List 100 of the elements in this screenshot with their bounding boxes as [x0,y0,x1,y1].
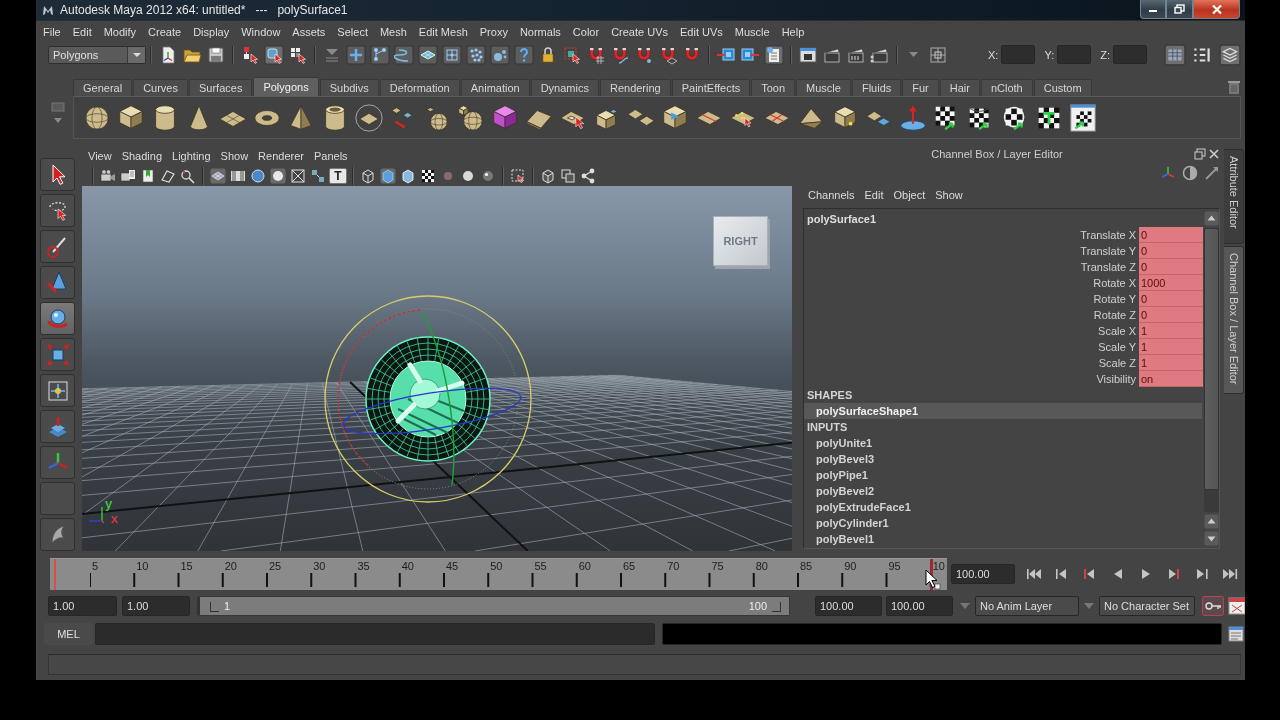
shelf-tab[interactable]: Dynamics [530,79,599,96]
menu-item[interactable]: Select [331,25,374,38]
menu-item[interactable]: Edit Mesh [412,25,474,38]
panel-menu-item[interactable]: View [83,150,117,162]
layers-icon[interactable] [1219,43,1241,66]
magnifier-icon[interactable] [180,168,196,184]
menu-item[interactable]: File [37,25,67,38]
shelf-tab[interactable]: Animation [460,79,530,96]
wire-cube-icon[interactable] [360,168,376,184]
panel-menu-item[interactable]: Lighting [167,150,216,162]
input-node-item[interactable]: polyBevel3 [804,451,1202,467]
plus-icon[interactable] [346,44,366,65]
menu-item[interactable]: Create UVs [605,25,674,38]
channel-label[interactable]: Visibility [804,371,1139,387]
shelf-tab[interactable]: Curves [133,79,188,96]
half-circle-icon[interactable] [1182,165,1198,181]
channel-value-field[interactable]: 1 [1139,339,1203,355]
magnet-plane-icon[interactable] [658,44,678,65]
key-icon[interactable] [1202,596,1224,616]
share-icon[interactable] [580,168,596,184]
particles-icon[interactable] [466,44,486,65]
shelf-tab[interactable]: Subdivs [319,79,379,96]
crossed-box-icon[interactable] [290,168,306,184]
checker-window-icon[interactable] [1068,102,1098,133]
marquee-icon[interactable] [562,44,582,65]
trash-icon[interactable] [1227,78,1241,95]
object-name[interactable]: polySurface1 [804,211,1204,227]
channel-value-field[interactable]: 1000 [1139,275,1203,291]
input-node-item[interactable]: polyCylinder1 [804,515,1202,531]
menu-set-dropdown[interactable]: Polygons [48,45,146,64]
channel-value-field[interactable]: 0 [1139,227,1203,243]
crossed-window-icon[interactable] [1228,597,1245,615]
shaded-sphere-icon[interactable] [250,168,266,184]
camera-icon[interactable] [100,168,116,184]
magnet-grid-icon[interactable] [586,44,606,65]
scroll-down-icon[interactable] [1204,531,1219,546]
range-end-field[interactable]: 100.00 [815,596,882,616]
close-button[interactable] [1193,0,1240,19]
document-window-icon[interactable] [1228,626,1244,642]
select-box-icon[interactable] [510,168,526,184]
range-start-handle[interactable]: 1 [210,600,231,612]
menu-item[interactable]: Window [235,25,287,38]
camera-document-icon[interactable] [120,168,136,184]
minimize-button[interactable] [1140,0,1166,19]
document-list-icon[interactable] [764,44,784,65]
channel-value-field[interactable]: 1 [1139,323,1203,339]
plane-outline-icon[interactable] [160,168,176,184]
range-slider-track[interactable]: 1 100 [197,596,790,616]
faces-icon[interactable] [418,44,438,65]
channel-label[interactable]: Translate Z [804,259,1139,275]
channel-label[interactable]: Scale Y [804,339,1139,355]
shelf-tab[interactable]: General [73,79,133,96]
go-to-start-icon[interactable] [1024,566,1044,582]
channel-label[interactable]: Translate Y [804,243,1139,259]
coordinate-field[interactable] [1001,45,1036,64]
two-squares-icon[interactable] [560,168,576,184]
restore-button[interactable] [1166,0,1193,19]
lattice-icon[interactable] [442,44,462,65]
channel-menu-item[interactable]: Channels [803,189,860,201]
crosshair-box-icon[interactable] [928,44,948,65]
magnet-curve-icon[interactable] [610,44,630,65]
magnet-point-icon[interactable] [634,44,654,65]
channel-value-field[interactable]: 0 [1139,243,1203,259]
panel-menu-item[interactable]: Panels [308,150,353,162]
channel-value-field[interactable]: 0 [1139,259,1203,275]
table-icon[interactable] [1164,43,1186,66]
channel-value-field[interactable]: 1 [1139,355,1203,371]
command-input-field[interactable] [95,623,655,645]
shape-node-item[interactable]: polySurfaceShape1 [804,403,1202,419]
float-window-icon[interactable] [1194,148,1206,160]
wireframe-shaded-icon[interactable] [210,168,226,184]
channel-label[interactable]: Translate X [804,227,1139,243]
panel-menu-item[interactable]: Renderer [253,150,309,162]
input-node-item[interactable]: polyPipe1 [804,467,1202,483]
window-icon[interactable] [798,44,818,65]
texture-toggle-button[interactable]: T [329,168,347,184]
shelf-tab[interactable]: Fluids [851,79,902,96]
menu-item[interactable]: Muscle [728,25,776,38]
help-icon[interactable] [514,44,534,65]
curve-icon[interactable] [394,44,414,65]
object-select-icon[interactable] [264,44,284,65]
scroll-up-icon[interactable] [1204,211,1219,226]
anim-layer-dropdown[interactable]: No Anim Layer [975,596,1079,616]
menu-item[interactable]: Create [142,25,188,38]
shaded-cube-icon[interactable] [380,168,396,184]
shelf-tab[interactable]: Fur [902,79,939,96]
channel-value-field[interactable]: 0 [1139,291,1203,307]
bubbles-icon[interactable] [490,44,510,65]
side-tab[interactable]: Channel Box / Layer Editor [1224,246,1244,394]
close-icon[interactable] [1208,148,1220,160]
checker-icon[interactable] [420,168,436,184]
shelf-tab[interactable]: Custom [1033,79,1092,96]
channel-menu-item[interactable]: Object [888,189,931,201]
shelf-tab[interactable]: Polygons [253,77,319,96]
bookmark-icon[interactable] [140,168,156,184]
hexagon-icon[interactable] [400,168,416,184]
channel-label[interactable]: Rotate Z [804,307,1139,323]
linked-squares-icon[interactable] [310,168,326,184]
input-node-item[interactable]: polyExtrudeFace1 [804,499,1202,515]
shelf-tab[interactable]: Toon [751,79,796,96]
